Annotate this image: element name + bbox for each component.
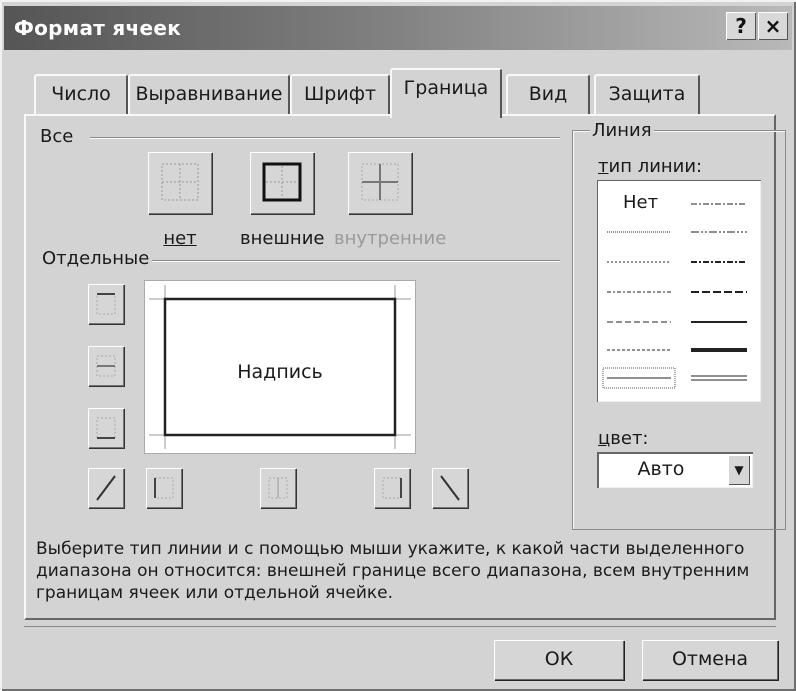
close-button[interactable]: × (758, 12, 788, 40)
presets-separator (90, 137, 560, 139)
border-left-icon (154, 477, 174, 499)
tab-label: Число (51, 83, 111, 105)
border-top-icon (96, 293, 116, 315)
border-separator (152, 260, 560, 262)
tab-label: Граница (403, 77, 489, 99)
preset-inside-icon (361, 163, 399, 201)
tab-label: Вид (528, 83, 568, 105)
border-inside-horizontal-button[interactable] (88, 346, 124, 386)
bottom-separator (24, 626, 776, 627)
tab-fill[interactable]: Вид (506, 74, 590, 114)
diagonal-up-icon (96, 475, 116, 501)
preset-outline-icon (262, 162, 302, 202)
line-color-select[interactable]: Авто ▼ (597, 452, 753, 488)
diagonal-down-icon (440, 475, 460, 501)
tab-label: Защита (608, 83, 686, 105)
tab-number[interactable]: Число (34, 74, 128, 114)
line-group-label: Линия (590, 120, 654, 141)
line-style-label: тип линии: (596, 156, 705, 177)
preset-none-icon (161, 163, 199, 201)
tab-font[interactable]: Шрифт (290, 74, 390, 114)
border-group-label: Отдельные (40, 248, 152, 269)
tab-label: Выравнивание (135, 83, 283, 105)
line-color-label-rest: вет: (610, 428, 649, 449)
border-preview[interactable]: Надпись (144, 280, 416, 454)
border-inside-horizontal-icon (96, 355, 116, 377)
line-color-label: цвет: (596, 428, 651, 449)
preset-none-button[interactable] (148, 152, 212, 214)
format-cells-dialog: Формат ячеек ? × Число Выравнивание Шриф… (0, 0, 796, 691)
border-bottom-icon (96, 417, 116, 439)
preset-inside-button[interactable] (348, 152, 412, 214)
preset-outline-button[interactable] (250, 152, 314, 214)
preset-inside-label: внутренние (334, 228, 447, 249)
help-button[interactable]: ? (726, 12, 756, 40)
preset-outline-label: внешние (240, 228, 325, 249)
title-bar[interactable]: Формат ячеек ? × (4, 6, 792, 50)
border-inside-vertical-icon (268, 477, 288, 499)
cancel-button[interactable]: Отмена (642, 640, 778, 680)
border-right-button[interactable] (374, 468, 410, 508)
border-bottom-button[interactable] (88, 408, 124, 448)
border-inside-vertical-button[interactable] (260, 468, 296, 508)
preset-none-label: нет (163, 228, 197, 249)
line-styles-svg (602, 203, 747, 389)
chevron-down-icon[interactable]: ▼ (728, 455, 750, 485)
line-color-value: Авто (637, 458, 685, 480)
border-left-button[interactable] (146, 468, 182, 508)
preview-text: Надпись (237, 361, 323, 383)
line-style-list[interactable]: Нет (597, 180, 761, 402)
line-style-label-rest: ип линии: (608, 156, 703, 177)
border-top-button[interactable] (88, 284, 124, 324)
tab-protection[interactable]: Защита (594, 74, 700, 114)
border-diagonal-up-button[interactable] (88, 468, 124, 508)
ok-button[interactable]: ОК (494, 640, 624, 680)
window-title: Формат ячеек (14, 16, 182, 40)
border-diagonal-down-button[interactable] (432, 468, 468, 508)
help-text: Выберите тип линии и с помощью мыши укаж… (36, 539, 750, 603)
border-right-icon (382, 477, 402, 499)
tab-border[interactable]: Граница (390, 68, 502, 118)
tab-label: Шрифт (303, 83, 377, 105)
presets-group-label: Все (38, 126, 76, 147)
tab-alignment[interactable]: Выравнивание (128, 74, 290, 114)
